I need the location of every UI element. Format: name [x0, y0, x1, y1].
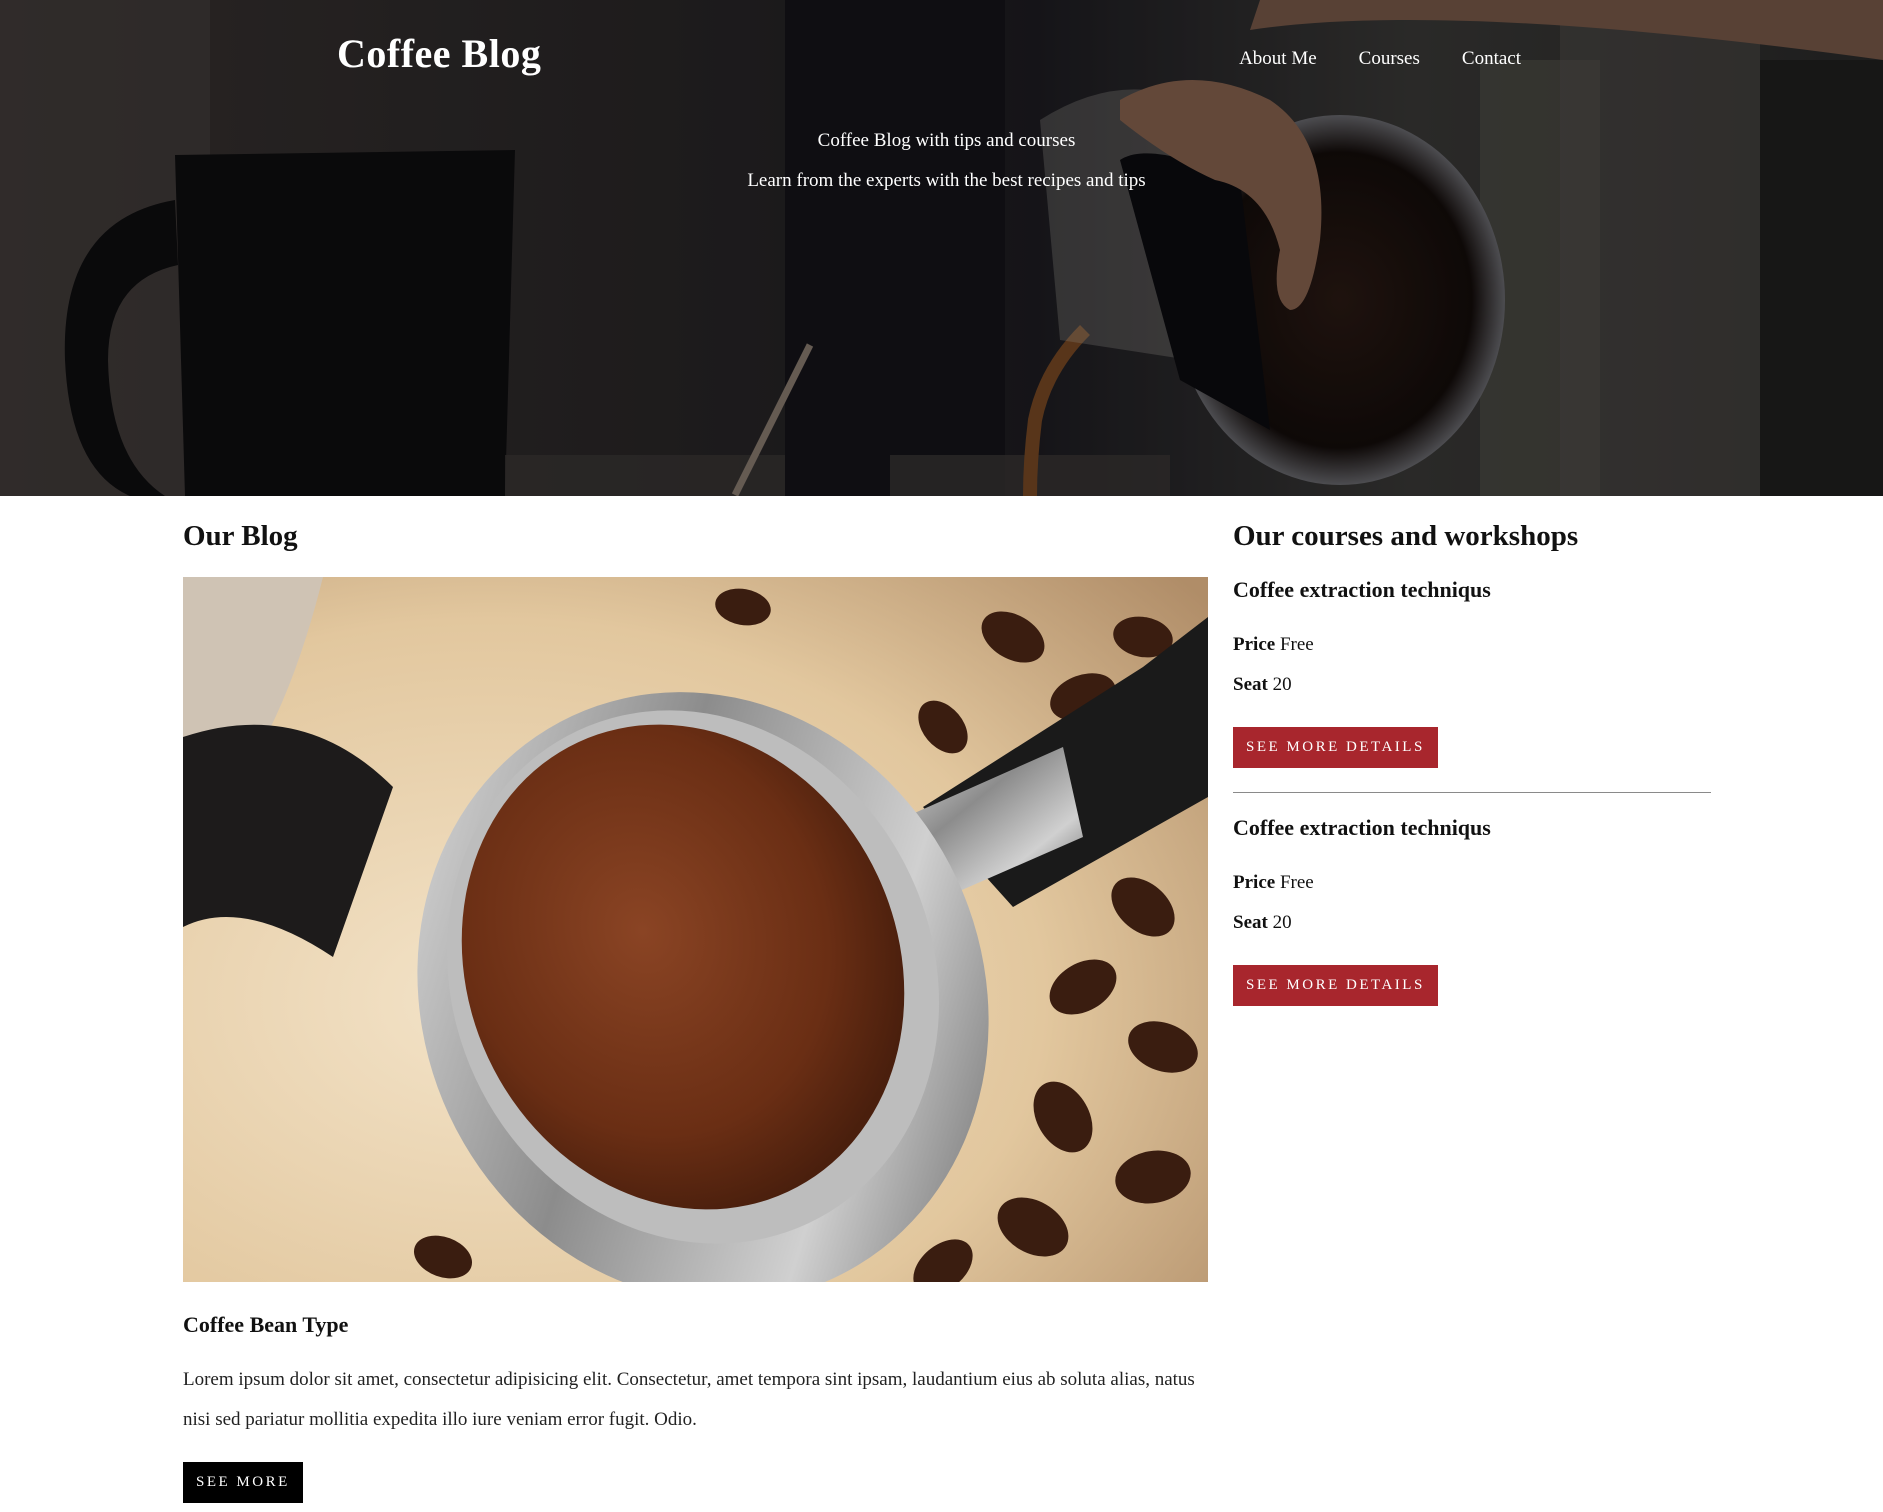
course-price: Price Free [1233, 863, 1711, 903]
course-price-value: Free [1279, 872, 1314, 893]
course-title[interactable]: Coffee extraction techniqus [1233, 553, 1711, 603]
blog-heading: Our Blog [183, 520, 298, 552]
hero-tagline: Coffee Blog with tips and courses [817, 130, 1076, 151]
portafilter-photo-icon [183, 577, 1208, 1282]
course-price-label: Price [1233, 872, 1276, 893]
main-nav: About Me Courses Contact [1239, 48, 1521, 70]
course-seat-value: 20 [1272, 912, 1292, 933]
main-content: Our Blog Coffee Bean Type Lorem ipsum do… [0, 496, 1883, 1512]
see-more-details-button[interactable]: See More Details [1233, 727, 1438, 768]
hero-header: Coffee Blog About Me Courses Contact Cof… [0, 0, 1883, 496]
blog-post: Coffee Bean Type Lorem ipsum dolor sit a… [183, 1312, 1208, 1503]
site-title[interactable]: Coffee Blog [337, 30, 541, 77]
course-card: Coffee extraction techniqus Price Free S… [1233, 553, 1711, 792]
post-title[interactable]: Coffee Bean Type [183, 1312, 1208, 1338]
blog-section: Our Blog Coffee Bean Type Lorem ipsum do… [183, 520, 1208, 1503]
course-card: Coffee extraction techniqus Price Free S… [1233, 815, 1711, 1030]
course-divider [1233, 792, 1711, 793]
see-more-button[interactable]: See More [183, 1462, 303, 1503]
courses-heading: Our courses and workshops [1233, 520, 1579, 552]
course-seat-label: Seat [1233, 912, 1268, 933]
see-more-details-button[interactable]: See More Details [1233, 965, 1438, 1006]
course-seat-label: Seat [1233, 674, 1268, 695]
post-excerpt: Lorem ipsum dolor sit amet, consectetur … [183, 1369, 1195, 1430]
course-seat: Seat 20 [1233, 665, 1711, 705]
nav-link-about-me[interactable]: About Me [1239, 48, 1317, 70]
course-seat-value: 20 [1272, 674, 1292, 695]
course-price-label: Price [1233, 634, 1276, 655]
course-price-value: Free [1279, 634, 1314, 655]
nav-link-contact[interactable]: Contact [1462, 48, 1521, 70]
blog-post-image[interactable] [183, 577, 1208, 1282]
courses-section: Our courses and workshops Coffee extract… [1233, 520, 1711, 1030]
course-price: Price Free [1233, 625, 1711, 665]
hero-subtagline: Learn from the experts with the best rec… [747, 170, 1146, 191]
course-title[interactable]: Coffee extraction techniqus [1233, 815, 1711, 841]
nav-link-courses[interactable]: Courses [1359, 48, 1420, 70]
course-seat: Seat 20 [1233, 903, 1711, 943]
hero-dark-overlay [0, 0, 1883, 496]
